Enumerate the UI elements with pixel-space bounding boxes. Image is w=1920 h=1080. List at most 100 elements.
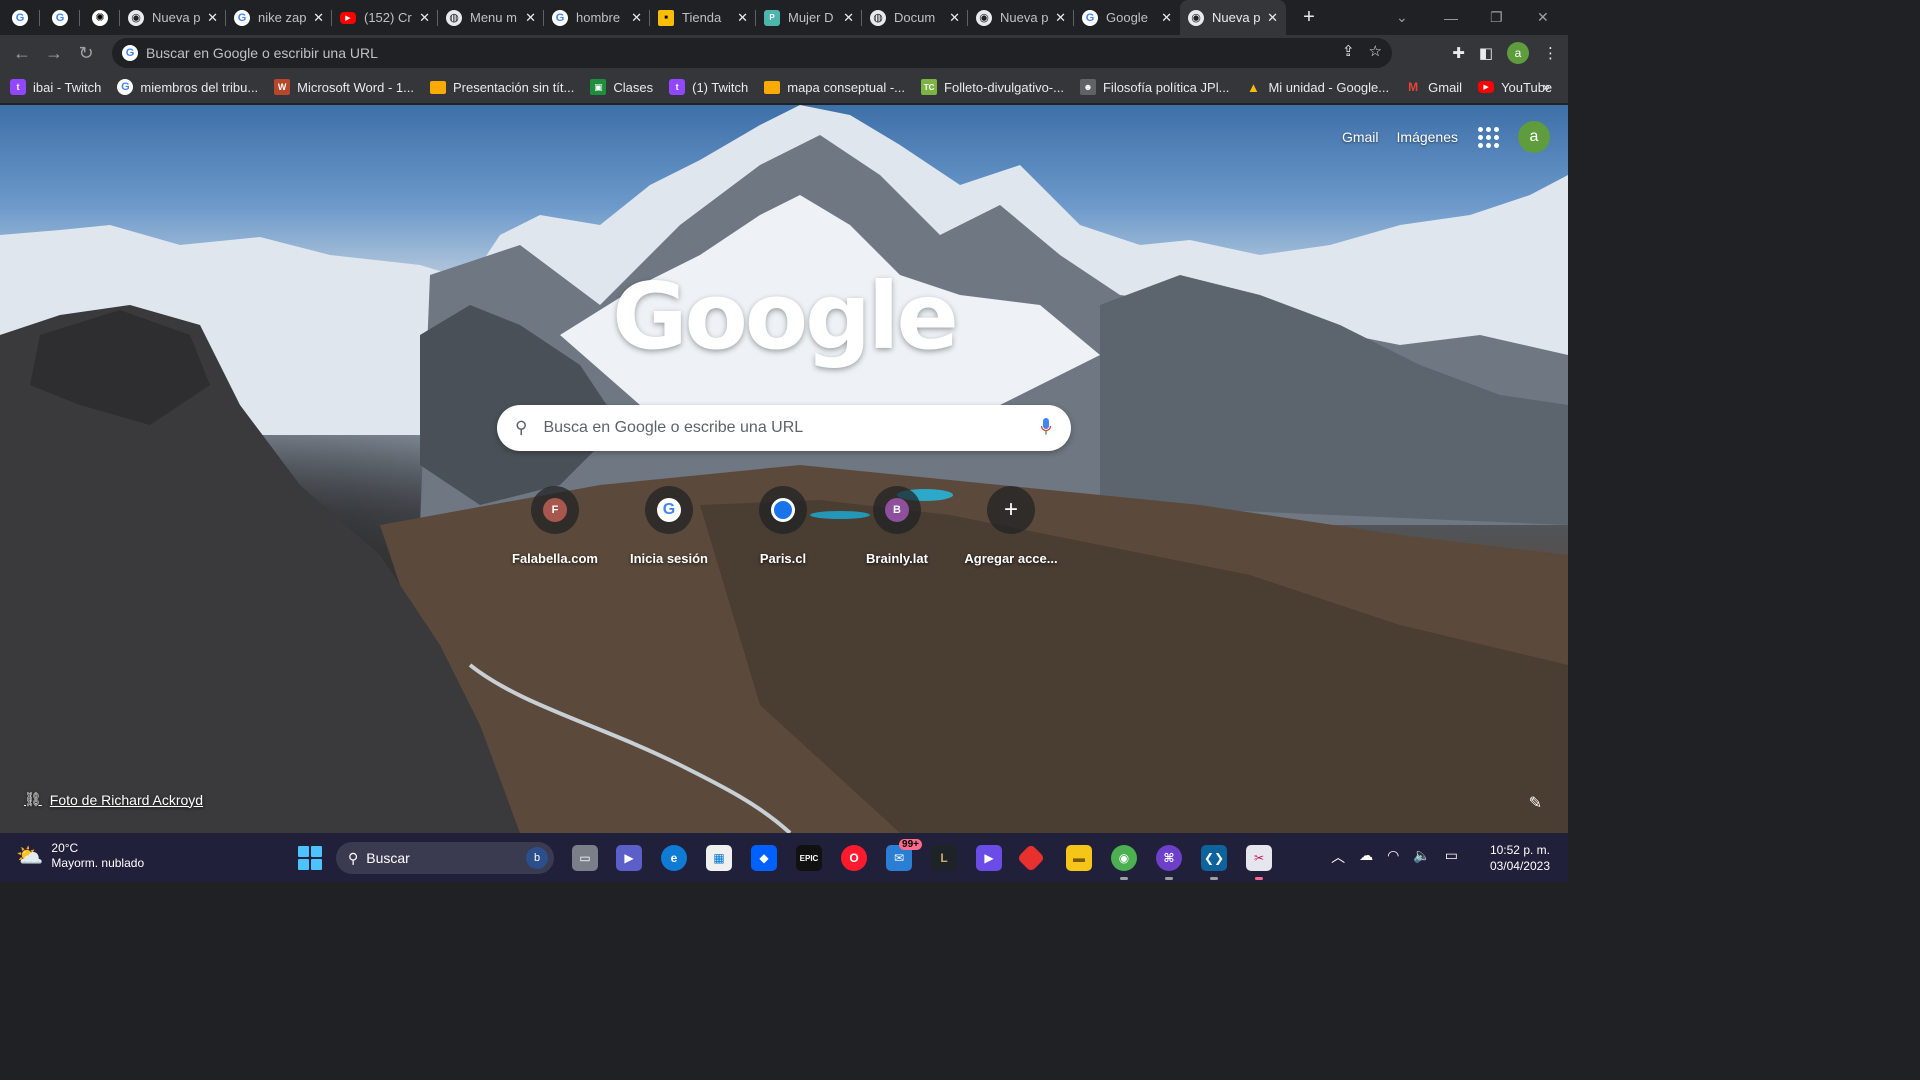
vscode-icon[interactable]: ❮❯ — [1201, 845, 1227, 880]
bookmark-ibai-twitch[interactable]: t ibai - Twitch — [10, 79, 101, 95]
shortcut-add[interactable]: + Agregar acce... — [954, 486, 1068, 566]
forward-button[interactable]: → — [38, 37, 70, 69]
close-icon[interactable]: ✕ — [843, 10, 854, 26]
microphone-icon[interactable] — [1041, 418, 1051, 436]
close-icon[interactable]: ✕ — [631, 10, 642, 26]
bookmark-clases[interactable]: ▣ Clases — [590, 79, 653, 95]
google-logo: Google — [612, 263, 959, 370]
close-icon[interactable]: ✕ — [419, 10, 430, 26]
close-icon[interactable]: ✕ — [737, 10, 748, 26]
tab-hombre[interactable]: Ghombre ✕ — [544, 0, 650, 35]
file-explorer-icon[interactable]: ▬ — [1066, 845, 1092, 871]
bookmark-mi-unidad[interactable]: ▲ Mi unidad - Google... — [1245, 79, 1389, 95]
search-icon: ⚲ — [515, 418, 528, 437]
bookmark-folleto[interactable]: TC Folleto-divulgativo-... — [921, 79, 1064, 95]
ntp-search-input[interactable] — [543, 419, 1004, 437]
reload-button[interactable]: ↻ — [70, 37, 102, 69]
bookmark-twitch[interactable]: t (1) Twitch — [669, 79, 748, 95]
chevron-up-icon[interactable]: ︿ — [1331, 847, 1345, 867]
more-bookmarks-icon[interactable]: » — [1543, 79, 1550, 94]
windows-start-icon[interactable] — [298, 846, 322, 870]
close-icon[interactable]: ✕ — [949, 10, 960, 26]
bookmark-star-icon[interactable]: ☆ — [1369, 42, 1382, 60]
edge-icon[interactable]: e — [661, 845, 687, 871]
shortcut-inicia-sesion[interactable]: G Inicia sesión — [612, 486, 726, 566]
wifi-icon[interactable]: ◠ — [1387, 847, 1399, 867]
bing-icon[interactable]: b — [526, 847, 548, 869]
media-player-icon[interactable]: ▶ — [976, 845, 1002, 871]
profile-avatar[interactable]: a — [1507, 42, 1529, 64]
close-icon[interactable]: ✕ — [1161, 10, 1172, 26]
person-icon: ☻ — [1079, 79, 1096, 95]
close-icon[interactable]: ✕ — [525, 10, 536, 26]
close-window-button[interactable]: ✕ — [1537, 0, 1549, 35]
ntp-search-box[interactable]: ⚲ — [497, 405, 1071, 451]
bookmark-gmail[interactable]: M Gmail — [1405, 79, 1462, 95]
bookmark-filosofia[interactable]: ☻ Filosofía política JPl... — [1079, 79, 1229, 95]
microsoft-store-icon[interactable]: ▦ — [706, 845, 732, 871]
volume-icon[interactable]: 🔈 — [1413, 847, 1430, 867]
close-icon[interactable]: ✕ — [1267, 10, 1278, 26]
chrome-icon: ◉ — [976, 9, 992, 26]
tab-youtube[interactable]: ▶ (152) Cr ✕ — [332, 0, 438, 35]
tab-google[interactable]: G Google ✕ — [1074, 0, 1180, 35]
google-apps-icon[interactable] — [1476, 125, 1500, 149]
bookmark-microsoft-word[interactable]: W Microsoft Word - 1... — [274, 79, 414, 95]
address-bar[interactable]: G Buscar en Google o escribir una URL ⇪ … — [112, 38, 1392, 68]
dropbox-icon[interactable]: ◆ — [751, 845, 777, 871]
shortcuts: F Falabella.com G Inicia sesión Paris.cl… — [498, 486, 1068, 566]
task-view-icon[interactable]: ▭ — [572, 845, 598, 871]
mail-icon[interactable]: ✉ 99+ — [886, 839, 922, 871]
bookmark-miembros[interactable]: Gmiembros del tribu... — [117, 79, 258, 95]
tab-active-nueva-pestana[interactable]: ◉ Nueva p ✕ — [1180, 0, 1286, 35]
tab-mujer[interactable]: P Mujer D ✕ — [756, 0, 862, 35]
taskbar-search[interactable]: ⚲ Buscar b — [336, 842, 554, 874]
back-button[interactable]: ← — [6, 37, 38, 69]
tab-pinned-google-1[interactable]: G — [0, 0, 40, 35]
anydesk-icon[interactable] — [1016, 843, 1046, 873]
tab-pinned-google-2[interactable]: G — [40, 0, 80, 35]
weather-widget[interactable]: ⛅ 20°C Mayorm. nublado — [16, 841, 144, 871]
tab-nueva-pestana-2[interactable]: ◉ Nueva p ✕ — [968, 0, 1074, 35]
menu-kebab-icon[interactable]: ⋮ — [1543, 44, 1558, 62]
tab-docum[interactable]: ◍ Docum ✕ — [862, 0, 968, 35]
close-icon[interactable]: ✕ — [207, 10, 218, 26]
bookmark-label: Presentación sin tít... — [452, 79, 575, 95]
clock[interactable]: 10:52 p. m. 03/04/2023 — [1490, 842, 1550, 874]
tab-menu[interactable]: ◍ Menu m ✕ — [438, 0, 544, 35]
tab-search-icon[interactable]: ⌄ — [1396, 0, 1408, 35]
github-icon[interactable]: ⌘ — [1156, 845, 1182, 880]
bookmark-youtube[interactable]: ▶ YouTube — [1478, 80, 1552, 95]
bookmark-presentacion[interactable]: Presentación sin tít... — [429, 79, 575, 95]
new-tab-button[interactable]: + — [1294, 6, 1324, 29]
chrome-icon[interactable]: ◉ — [1111, 845, 1137, 880]
league-of-legends-icon[interactable]: L — [931, 845, 957, 871]
bookmark-mapa-conseptual[interactable]: mapa conseptual -... — [764, 80, 905, 95]
shortcut-paris[interactable]: Paris.cl — [726, 486, 840, 566]
opera-icon[interactable]: O — [841, 845, 867, 871]
minimize-button[interactable]: — — [1444, 0, 1458, 35]
tab-nike[interactable]: Gnike zap ✕ — [226, 0, 332, 35]
snipping-tool-icon[interactable]: ✂ — [1246, 845, 1272, 880]
extensions-icon[interactable]: ✚ — [1452, 44, 1465, 62]
customize-pencil-icon[interactable]: ✎ — [1529, 793, 1542, 813]
restore-button[interactable]: ❐ — [1490, 0, 1503, 35]
battery-icon[interactable]: ▭ — [1445, 847, 1458, 867]
onedrive-icon[interactable]: ☁ — [1359, 847, 1373, 867]
epic-games-icon[interactable]: EPIC — [796, 845, 822, 871]
share-icon[interactable]: ⇪ — [1342, 42, 1355, 60]
tab-pinned-openai[interactable]: ✺ — [80, 0, 120, 35]
tab-nueva-pestana-1[interactable]: ◉ Nueva p ✕ — [120, 0, 226, 35]
photo-attribution[interactable]: ⛓ Foto de Richard Ackroyd — [24, 791, 203, 808]
images-link[interactable]: Imágenes — [1397, 129, 1458, 145]
close-icon[interactable]: ✕ — [1055, 10, 1066, 26]
shortcut-falabella[interactable]: F Falabella.com — [498, 486, 612, 566]
side-panel-icon[interactable]: ◧ — [1479, 44, 1493, 62]
gmail-link[interactable]: Gmail — [1342, 129, 1379, 145]
shortcut-brainly[interactable]: B Brainly.lat — [840, 486, 954, 566]
teams-chat-icon[interactable]: ▶ — [616, 845, 642, 871]
tab-title: (152) Cr — [364, 10, 412, 25]
account-avatar[interactable]: a — [1518, 121, 1550, 153]
tab-tienda[interactable]: ■ Tienda ✕ — [650, 0, 756, 35]
close-icon[interactable]: ✕ — [313, 10, 324, 26]
